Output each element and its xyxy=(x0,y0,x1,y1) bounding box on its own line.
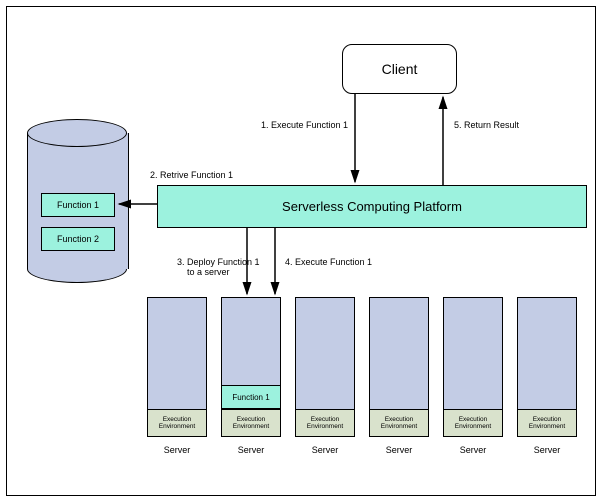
server-label: Server xyxy=(443,445,503,455)
arrow-label-5: 5. Return Result xyxy=(454,120,519,130)
server-box: Execution Environment xyxy=(295,297,355,437)
arrow-label-3: 3. Deploy Function 1 to a server xyxy=(177,257,260,277)
server-box: Execution Environment xyxy=(443,297,503,437)
execution-environment: Execution Environment xyxy=(517,409,577,437)
server-box: Execution Environment xyxy=(147,297,207,437)
server-box: Execution Environment xyxy=(369,297,429,437)
db-function-1-label: Function 1 xyxy=(57,200,99,210)
server-box: Execution Environment xyxy=(517,297,577,437)
server-label: Server xyxy=(221,445,281,455)
db-function-1: Function 1 xyxy=(41,193,115,217)
server-function: Function 1 xyxy=(221,385,281,409)
execution-environment: Execution Environment xyxy=(295,409,355,437)
diagram-frame: Client Serverless Computing Platform Fun… xyxy=(6,6,596,496)
db-function-2-label: Function 2 xyxy=(57,234,99,244)
arrow-label-1: 1. Execute Function 1 xyxy=(261,120,348,130)
execution-environment: Execution Environment xyxy=(369,409,429,437)
client-box: Client xyxy=(342,44,457,94)
server-label: Server xyxy=(295,445,355,455)
server-label: Server xyxy=(147,445,207,455)
execution-environment: Execution Environment xyxy=(147,409,207,437)
arrow-label-2: 2. Retrive Function 1 xyxy=(150,170,233,180)
servers-row: Execution Environment Server Execution Env… xyxy=(147,297,597,477)
server-box: Execution EnvironmentFunction 1 xyxy=(221,297,281,437)
execution-environment: Execution Environment xyxy=(221,409,281,437)
server-label: Server xyxy=(369,445,429,455)
arrow-label-4: 4. Execute Function 1 xyxy=(285,257,372,267)
execution-environment: Execution Environment xyxy=(443,409,503,437)
cylinder-top xyxy=(27,119,127,147)
client-label: Client xyxy=(382,61,418,77)
server-label: Server xyxy=(517,445,577,455)
platform-box: Serverless Computing Platform xyxy=(157,185,587,228)
platform-label: Serverless Computing Platform xyxy=(282,199,462,214)
db-function-2: Function 2 xyxy=(41,227,115,251)
